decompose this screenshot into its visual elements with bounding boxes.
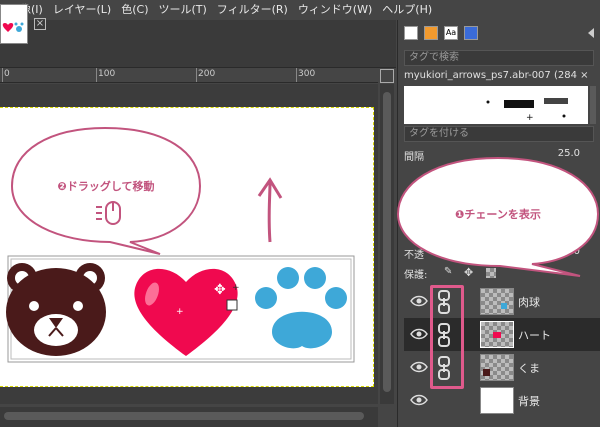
lock-pixels-icon[interactable]: ✎ (444, 266, 452, 277)
spacing-row[interactable]: 間隔 25.0 (404, 148, 594, 164)
image-tab-thumbnail[interactable] (0, 4, 28, 44)
ruler-label: 0 (4, 69, 10, 79)
menu-tools[interactable]: ツール(T) (153, 0, 211, 20)
ruler-label: 300 (298, 69, 316, 79)
image-tab-bar (0, 20, 396, 68)
opacity-label: 不透 (404, 250, 424, 261)
visibility-eye-icon[interactable] (410, 326, 428, 342)
ruler-label: 100 (98, 69, 116, 79)
menu-windows[interactable]: ウィンドウ(W) (293, 0, 377, 20)
spacing-value[interactable]: 25.0 (558, 148, 580, 159)
menu-color[interactable]: 色(C) (116, 0, 153, 20)
spacing-label: 間隔 (404, 152, 424, 163)
layer-thumbnail (480, 321, 514, 348)
opacity-value[interactable]: 100.0 (551, 246, 580, 257)
layer-name[interactable]: くま (518, 360, 540, 376)
visibility-eye-icon[interactable] (410, 293, 428, 309)
font-tab-icon[interactable]: Aa (444, 26, 458, 40)
lock-row: 保護: ✎ ✥ (404, 266, 594, 282)
opacity-row[interactable]: 不透 100.0 (404, 246, 594, 261)
chain-highlight-box (430, 285, 464, 389)
brush-preview-grid[interactable]: + (404, 86, 588, 124)
brush-name: myukiori_arrows_ps7.abr-007 (284 × (404, 70, 589, 81)
gradient-tab-icon[interactable] (464, 26, 478, 40)
pattern-tab-icon[interactable] (424, 26, 438, 40)
visibility-eye-icon[interactable] (410, 392, 428, 408)
menu-layer[interactable]: レイヤー(L) (48, 0, 116, 20)
tag-assign-input[interactable]: タグを付ける (404, 126, 594, 142)
tag-search-input[interactable]: タグで検索 (404, 50, 594, 66)
visibility-eye-icon[interactable] (410, 359, 428, 375)
dock-menu-icon[interactable] (588, 28, 594, 38)
layer-thumbnail (480, 387, 514, 414)
layer-name[interactable]: 背景 (518, 393, 540, 409)
layer-thumbnail (480, 288, 514, 315)
svg-text:+: + (526, 113, 534, 123)
brush-list-scrollbar[interactable] (590, 86, 596, 124)
horizontal-scroll-thumb[interactable] (4, 412, 364, 420)
layer-name[interactable]: 肉球 (518, 294, 540, 310)
brush-tab-icon[interactable] (404, 26, 418, 40)
lock-alpha-icon[interactable] (486, 268, 496, 278)
menu-filters[interactable]: フィルター(R) (212, 0, 293, 20)
navigate-icon[interactable] (380, 69, 394, 83)
ruler-label: 200 (198, 69, 216, 79)
menubar: 画像(I) レイヤー(L) 色(C) ツール(T) フィルター(R) ウィンドウ… (0, 0, 600, 20)
vertical-scroll-thumb[interactable] (383, 92, 391, 392)
menu-help[interactable]: ヘルプ(H) (377, 0, 437, 20)
layer-name[interactable]: ハート (518, 327, 551, 343)
gimp-window: 画像(I) レイヤー(L) 色(C) ツール(T) フィルター(R) ウィンドウ… (0, 0, 600, 427)
close-icon[interactable]: × (34, 18, 46, 30)
layer-thumbnail (480, 354, 514, 381)
lock-label: 保護: (404, 270, 428, 281)
top-ruler: 0 100 200 300 (0, 68, 378, 83)
image-canvas[interactable] (0, 107, 374, 387)
lock-position-icon[interactable]: ✥ (464, 266, 473, 279)
